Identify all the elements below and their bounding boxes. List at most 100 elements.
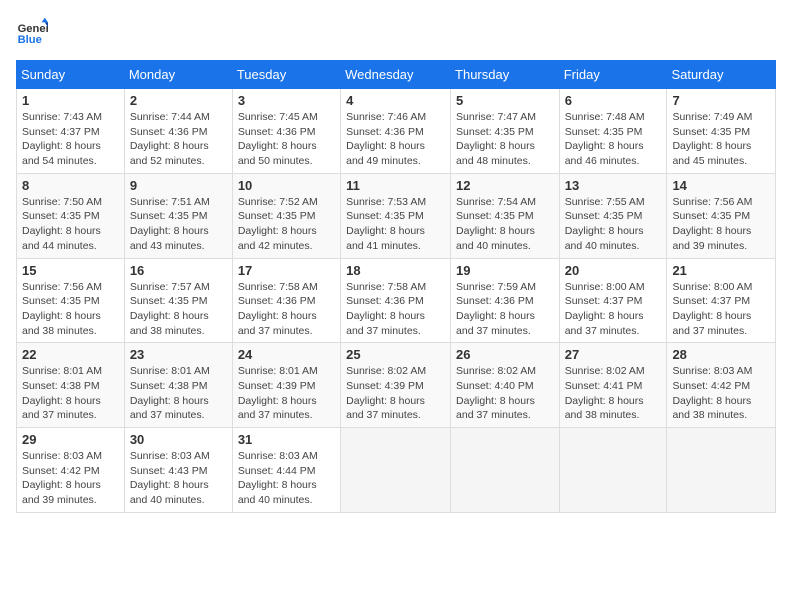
day-info: Sunrise: 8:01 AM Sunset: 4:38 PM Dayligh… [22, 364, 119, 423]
calendar-cell: 1 Sunrise: 7:43 AM Sunset: 4:37 PM Dayli… [17, 89, 125, 174]
day-info: Sunrise: 8:03 AM Sunset: 4:44 PM Dayligh… [238, 449, 335, 508]
day-number: 3 [238, 93, 335, 108]
day-number: 5 [456, 93, 554, 108]
day-number: 8 [22, 178, 119, 193]
day-info: Sunrise: 7:58 AM Sunset: 4:36 PM Dayligh… [238, 280, 335, 339]
weekday-friday: Friday [559, 61, 667, 89]
calendar-cell: 28 Sunrise: 8:03 AM Sunset: 4:42 PM Dayl… [667, 343, 776, 428]
day-number: 1 [22, 93, 119, 108]
calendar-week-5: 29 Sunrise: 8:03 AM Sunset: 4:42 PM Dayl… [17, 428, 776, 513]
calendar-cell: 13 Sunrise: 7:55 AM Sunset: 4:35 PM Dayl… [559, 173, 667, 258]
day-info: Sunrise: 7:46 AM Sunset: 4:36 PM Dayligh… [346, 110, 445, 169]
calendar-cell: 8 Sunrise: 7:50 AM Sunset: 4:35 PM Dayli… [17, 173, 125, 258]
day-number: 11 [346, 178, 445, 193]
weekday-wednesday: Wednesday [341, 61, 451, 89]
day-number: 13 [565, 178, 662, 193]
calendar-cell: 27 Sunrise: 8:02 AM Sunset: 4:41 PM Dayl… [559, 343, 667, 428]
page-header: General Blue [16, 16, 776, 48]
day-number: 14 [672, 178, 770, 193]
day-number: 12 [456, 178, 554, 193]
day-number: 23 [130, 347, 227, 362]
weekday-thursday: Thursday [451, 61, 560, 89]
svg-text:Blue: Blue [18, 34, 42, 46]
day-info: Sunrise: 7:47 AM Sunset: 4:35 PM Dayligh… [456, 110, 554, 169]
day-info: Sunrise: 8:03 AM Sunset: 4:43 PM Dayligh… [130, 449, 227, 508]
day-number: 27 [565, 347, 662, 362]
calendar-cell: 22 Sunrise: 8:01 AM Sunset: 4:38 PM Dayl… [17, 343, 125, 428]
calendar-cell: 29 Sunrise: 8:03 AM Sunset: 4:42 PM Dayl… [17, 428, 125, 513]
day-info: Sunrise: 8:00 AM Sunset: 4:37 PM Dayligh… [672, 280, 770, 339]
logo-icon: General Blue [16, 16, 48, 48]
day-number: 25 [346, 347, 445, 362]
day-info: Sunrise: 7:51 AM Sunset: 4:35 PM Dayligh… [130, 195, 227, 254]
calendar-body: 1 Sunrise: 7:43 AM Sunset: 4:37 PM Dayli… [17, 89, 776, 513]
weekday-monday: Monday [124, 61, 232, 89]
calendar-cell: 9 Sunrise: 7:51 AM Sunset: 4:35 PM Dayli… [124, 173, 232, 258]
day-info: Sunrise: 7:53 AM Sunset: 4:35 PM Dayligh… [346, 195, 445, 254]
day-info: Sunrise: 8:02 AM Sunset: 4:40 PM Dayligh… [456, 364, 554, 423]
day-number: 31 [238, 432, 335, 447]
day-info: Sunrise: 8:03 AM Sunset: 4:42 PM Dayligh… [672, 364, 770, 423]
calendar-cell: 7 Sunrise: 7:49 AM Sunset: 4:35 PM Dayli… [667, 89, 776, 174]
day-info: Sunrise: 7:56 AM Sunset: 4:35 PM Dayligh… [672, 195, 770, 254]
calendar-cell: 30 Sunrise: 8:03 AM Sunset: 4:43 PM Dayl… [124, 428, 232, 513]
day-number: 26 [456, 347, 554, 362]
day-number: 20 [565, 263, 662, 278]
calendar-cell: 26 Sunrise: 8:02 AM Sunset: 4:40 PM Dayl… [451, 343, 560, 428]
day-info: Sunrise: 7:49 AM Sunset: 4:35 PM Dayligh… [672, 110, 770, 169]
calendar-cell: 10 Sunrise: 7:52 AM Sunset: 4:35 PM Dayl… [232, 173, 340, 258]
calendar-week-1: 1 Sunrise: 7:43 AM Sunset: 4:37 PM Dayli… [17, 89, 776, 174]
day-info: Sunrise: 7:50 AM Sunset: 4:35 PM Dayligh… [22, 195, 119, 254]
calendar-cell: 2 Sunrise: 7:44 AM Sunset: 4:36 PM Dayli… [124, 89, 232, 174]
day-number: 21 [672, 263, 770, 278]
weekday-saturday: Saturday [667, 61, 776, 89]
day-info: Sunrise: 8:01 AM Sunset: 4:38 PM Dayligh… [130, 364, 227, 423]
calendar-week-2: 8 Sunrise: 7:50 AM Sunset: 4:35 PM Dayli… [17, 173, 776, 258]
svg-text:General: General [18, 23, 48, 35]
calendar-cell: 4 Sunrise: 7:46 AM Sunset: 4:36 PM Dayli… [341, 89, 451, 174]
calendar-cell: 3 Sunrise: 7:45 AM Sunset: 4:36 PM Dayli… [232, 89, 340, 174]
calendar-cell: 18 Sunrise: 7:58 AM Sunset: 4:36 PM Dayl… [341, 258, 451, 343]
calendar-cell: 14 Sunrise: 7:56 AM Sunset: 4:35 PM Dayl… [667, 173, 776, 258]
day-number: 30 [130, 432, 227, 447]
day-info: Sunrise: 7:44 AM Sunset: 4:36 PM Dayligh… [130, 110, 227, 169]
calendar-cell: 23 Sunrise: 8:01 AM Sunset: 4:38 PM Dayl… [124, 343, 232, 428]
calendar-cell: 24 Sunrise: 8:01 AM Sunset: 4:39 PM Dayl… [232, 343, 340, 428]
calendar-cell: 12 Sunrise: 7:54 AM Sunset: 4:35 PM Dayl… [451, 173, 560, 258]
day-number: 7 [672, 93, 770, 108]
calendar-cell [451, 428, 560, 513]
day-number: 10 [238, 178, 335, 193]
calendar-week-3: 15 Sunrise: 7:56 AM Sunset: 4:35 PM Dayl… [17, 258, 776, 343]
day-info: Sunrise: 7:55 AM Sunset: 4:35 PM Dayligh… [565, 195, 662, 254]
weekday-tuesday: Tuesday [232, 61, 340, 89]
calendar-cell [667, 428, 776, 513]
calendar-cell [341, 428, 451, 513]
day-info: Sunrise: 7:57 AM Sunset: 4:35 PM Dayligh… [130, 280, 227, 339]
day-number: 24 [238, 347, 335, 362]
day-number: 22 [22, 347, 119, 362]
calendar-cell: 19 Sunrise: 7:59 AM Sunset: 4:36 PM Dayl… [451, 258, 560, 343]
calendar-cell: 11 Sunrise: 7:53 AM Sunset: 4:35 PM Dayl… [341, 173, 451, 258]
day-info: Sunrise: 7:54 AM Sunset: 4:35 PM Dayligh… [456, 195, 554, 254]
day-number: 29 [22, 432, 119, 447]
day-info: Sunrise: 7:59 AM Sunset: 4:36 PM Dayligh… [456, 280, 554, 339]
calendar-cell: 15 Sunrise: 7:56 AM Sunset: 4:35 PM Dayl… [17, 258, 125, 343]
logo: General Blue [16, 16, 48, 48]
day-info: Sunrise: 8:01 AM Sunset: 4:39 PM Dayligh… [238, 364, 335, 423]
calendar-cell: 16 Sunrise: 7:57 AM Sunset: 4:35 PM Dayl… [124, 258, 232, 343]
calendar-cell: 5 Sunrise: 7:47 AM Sunset: 4:35 PM Dayli… [451, 89, 560, 174]
calendar-cell: 17 Sunrise: 7:58 AM Sunset: 4:36 PM Dayl… [232, 258, 340, 343]
day-number: 28 [672, 347, 770, 362]
calendar-cell: 6 Sunrise: 7:48 AM Sunset: 4:35 PM Dayli… [559, 89, 667, 174]
day-number: 4 [346, 93, 445, 108]
day-info: Sunrise: 7:45 AM Sunset: 4:36 PM Dayligh… [238, 110, 335, 169]
day-number: 19 [456, 263, 554, 278]
weekday-header-row: SundayMondayTuesdayWednesdayThursdayFrid… [17, 61, 776, 89]
day-number: 9 [130, 178, 227, 193]
day-info: Sunrise: 7:56 AM Sunset: 4:35 PM Dayligh… [22, 280, 119, 339]
day-info: Sunrise: 7:43 AM Sunset: 4:37 PM Dayligh… [22, 110, 119, 169]
day-info: Sunrise: 7:52 AM Sunset: 4:35 PM Dayligh… [238, 195, 335, 254]
day-info: Sunrise: 8:03 AM Sunset: 4:42 PM Dayligh… [22, 449, 119, 508]
day-number: 2 [130, 93, 227, 108]
calendar-cell: 21 Sunrise: 8:00 AM Sunset: 4:37 PM Dayl… [667, 258, 776, 343]
